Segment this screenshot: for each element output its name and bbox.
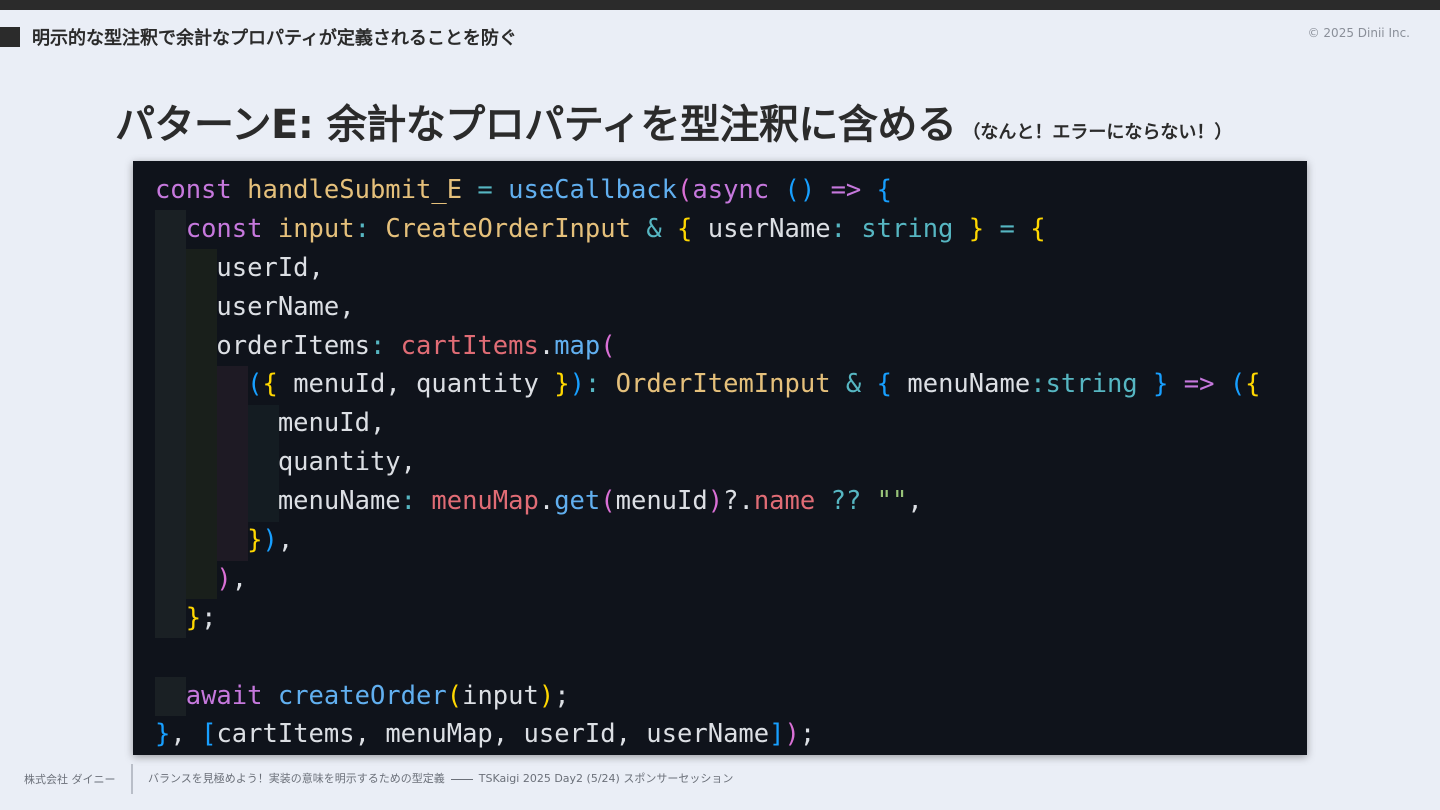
code-line-8: quantity, [277, 447, 416, 478]
footer-divider [131, 764, 133, 794]
code-line-1: const handleSubmit_E = useCallback(async… [155, 175, 892, 205]
code-line-12: }; [185, 602, 217, 633]
talk-title-text: バランスを見極めよう！実装の意味を明示するための型定義 [148, 772, 445, 785]
top-bar [0, 0, 1440, 10]
code-line-3: userId, [216, 252, 324, 283]
code-block: const handleSubmit_E = useCallback(async… [155, 171, 1261, 754]
copyright: © 2025 Dinii Inc. [1307, 26, 1410, 40]
code-line-9: menuName: menuMap.get(menuId)?.name ?? "… [277, 486, 923, 517]
section-title: 明示的な型注釈で余計なプロパティが定義されることを防ぐ [32, 28, 517, 49]
dash-separator [450, 778, 473, 780]
footer: 株式会社 ダイニー バランスを見極めよう！実装の意味を明示するための型定義 TSK… [0, 764, 1440, 794]
company-name: 株式会社 ダイニー [24, 773, 116, 786]
code-line-4: userName, [216, 291, 355, 322]
code-line-5: orderItems: cartItems.map( [216, 330, 616, 361]
slide-title-main: パターンE: 余計なプロパティを型注釈に含める [115, 102, 957, 148]
section-marker-icon [0, 27, 20, 47]
code-line-6: ({ menuId, quantity }): OrderItemInput &… [247, 369, 1261, 400]
talk-title: バランスを見極めよう！実装の意味を明示するための型定義 TSKaigi 2025 … [148, 770, 733, 786]
code-line-14: await createOrder(input); [185, 680, 570, 711]
slide: 明示的な型注釈で余計なプロパティが定義されることを防ぐ © 2025 Dinii… [0, 0, 1440, 810]
code-panel: const handleSubmit_E = useCallback(async… [133, 161, 1307, 755]
code-line-15: }, [cartItems, menuMap, userId, userName… [155, 719, 816, 750]
event-name: TSKaigi 2025 Day2 (5/24) スポンサーセッション [478, 772, 734, 785]
code-line-10: }), [247, 525, 294, 556]
section-header: 明示的な型注釈で余計なプロパティが定義されることを防ぐ [0, 24, 517, 50]
code-line-2: const input: CreateOrderInput & { userNa… [185, 213, 1046, 244]
code-line-7: menuId, [277, 408, 386, 439]
slide-title: パターンE: 余計なプロパティを型注釈に含める （なんと！エラーにならない！） [115, 92, 1232, 150]
code-line-11: ), [216, 563, 248, 594]
slide-title-note: （なんと！エラーにならない！） [962, 122, 1233, 143]
